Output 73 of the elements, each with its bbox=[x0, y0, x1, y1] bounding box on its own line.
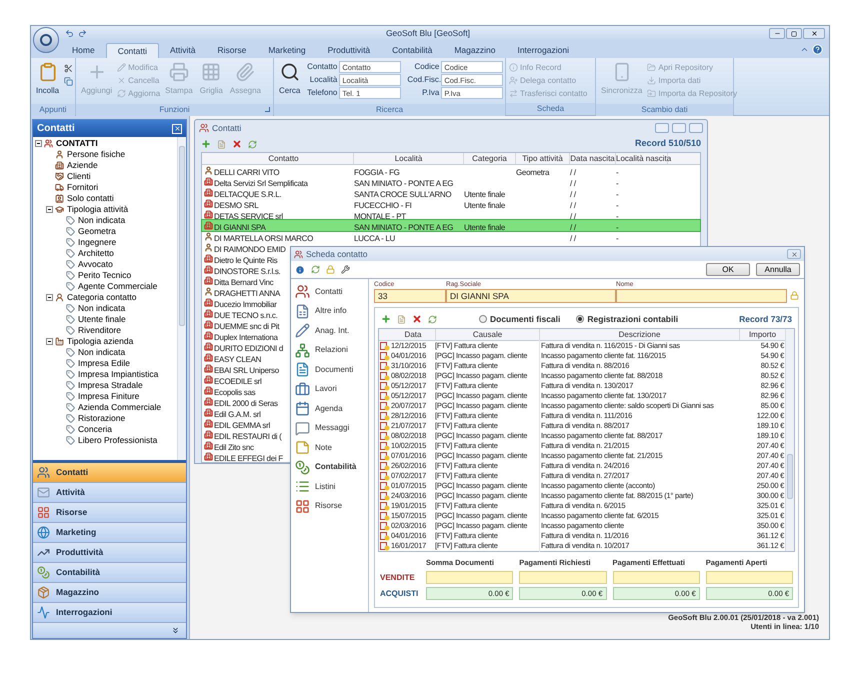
field-label: Codice bbox=[413, 61, 440, 73]
table-cell: Delta Servizi Srl Semplificata bbox=[214, 178, 308, 188]
sidebar-title: Contatti bbox=[37, 122, 76, 136]
summary-row-label: VENDITE bbox=[380, 572, 416, 584]
table-cell: FUCECCHIO - FI bbox=[354, 200, 412, 210]
table-cell: / / bbox=[570, 200, 576, 210]
table-cell: Ecopolis sas bbox=[214, 388, 256, 396]
record-counter: Record 510/510 bbox=[634, 137, 701, 150]
table-cell: DURITO EDIZIONI d bbox=[214, 344, 283, 352]
table-cell: EDILE EFFEGI dei F bbox=[214, 454, 283, 462]
table-cell: - bbox=[616, 200, 618, 210]
table-cell: DI GIANNI SPA bbox=[214, 222, 266, 232]
table-cell: - bbox=[616, 234, 618, 242]
table-cell: Edil Zito snc bbox=[214, 442, 254, 452]
table-cell: - bbox=[616, 190, 618, 198]
table-cell: DELTACQUE S.R.L. bbox=[214, 190, 282, 198]
group-label: Ricerca bbox=[376, 104, 404, 116]
table-cell: Duplex Internationa bbox=[214, 332, 278, 342]
table-cell: / / bbox=[570, 190, 576, 198]
field-label: Contatto bbox=[306, 61, 338, 73]
table-cell: - bbox=[616, 222, 618, 232]
table-cell: - bbox=[616, 212, 618, 220]
table-cell: LUCCA - LU bbox=[354, 234, 396, 242]
table-cell: ECOEDILE srl bbox=[214, 376, 262, 386]
summary-row-label: ACQUISTI bbox=[380, 588, 420, 600]
table-cell: / / bbox=[570, 212, 576, 220]
table-cell: DELLI CARRI VITO bbox=[214, 168, 280, 176]
table-cell: - bbox=[616, 168, 618, 176]
group-label: Scambio dati bbox=[641, 104, 688, 116]
table-cell: DUE TECNO s.n.c. bbox=[214, 310, 278, 320]
field-label: Telefono bbox=[306, 87, 338, 99]
table-cell: / / bbox=[570, 168, 576, 176]
table-cell: EDIL 2000 di Seras bbox=[214, 398, 278, 408]
table-cell: DUEMME snc di Pit bbox=[214, 322, 280, 330]
field-label: P.Iva bbox=[421, 87, 440, 99]
table-cell: SAN MINIATO - PONTE A EG bbox=[354, 222, 454, 232]
table-cell: / / bbox=[570, 222, 576, 232]
table-cell: - bbox=[616, 178, 618, 188]
group-label: Scheda bbox=[536, 103, 564, 115]
table-cell: MONTALE - PT bbox=[354, 212, 406, 220]
table-cell: Utente finale bbox=[464, 222, 506, 232]
table-cell: DESMO SRL bbox=[214, 200, 258, 210]
table-cell: Utente finale bbox=[464, 190, 506, 198]
table-cell: SAN MINIATO - PONTE A EG bbox=[354, 178, 454, 188]
field-label: Località bbox=[308, 74, 338, 86]
group-label: Funzioni bbox=[159, 104, 190, 116]
table-cell: / / bbox=[570, 234, 576, 242]
radio-label: Registrazioni contabili bbox=[587, 312, 678, 326]
table-cell: Utente finale bbox=[464, 200, 506, 210]
table-cell: EBAI SRL Uniperso bbox=[214, 366, 279, 374]
window-title: Contatti bbox=[212, 122, 242, 135]
table-cell: EASY CLEAN bbox=[214, 354, 262, 364]
table-cell: SANTA CROCE SULL'ARNO bbox=[354, 190, 452, 198]
radio-label: Documenti fiscali bbox=[490, 312, 560, 326]
table-cell: DI MARTELLA ORSI MARCO bbox=[214, 234, 314, 242]
field-label: Cod.Fisc. bbox=[407, 74, 440, 86]
table-cell: FOGGIA - FG bbox=[354, 168, 400, 176]
table-cell: Edil G.A.M. srl bbox=[214, 410, 261, 418]
table-cell: DETAS SERVICE srl bbox=[214, 212, 283, 220]
table-cell: Ducezio Immobiliar bbox=[214, 300, 277, 308]
table-cell: Geometra bbox=[516, 168, 550, 176]
dialog-title: Scheda contatto bbox=[306, 248, 368, 260]
table-cell: EDIL GEMMA srl bbox=[214, 420, 270, 430]
table-cell: DI RAIMONDO EMID bbox=[214, 244, 286, 254]
table-cell: EDIL RESTAURI di ( bbox=[214, 432, 282, 440]
table-cell: Ditta Bernard Vinc bbox=[214, 278, 274, 286]
table-cell: DINOSTORE S.r.l.s. bbox=[214, 266, 280, 276]
group-label: Appunti bbox=[39, 104, 67, 116]
table-cell: Dietro le Quinte Ris bbox=[214, 256, 278, 264]
window-title: GeoSoft Blu [GeoSoft] bbox=[386, 27, 470, 40]
table-cell: / / bbox=[570, 178, 576, 188]
record-counter: Record 73/73 bbox=[739, 312, 792, 326]
table-cell: DRAGHETTI ANNA bbox=[214, 288, 280, 298]
